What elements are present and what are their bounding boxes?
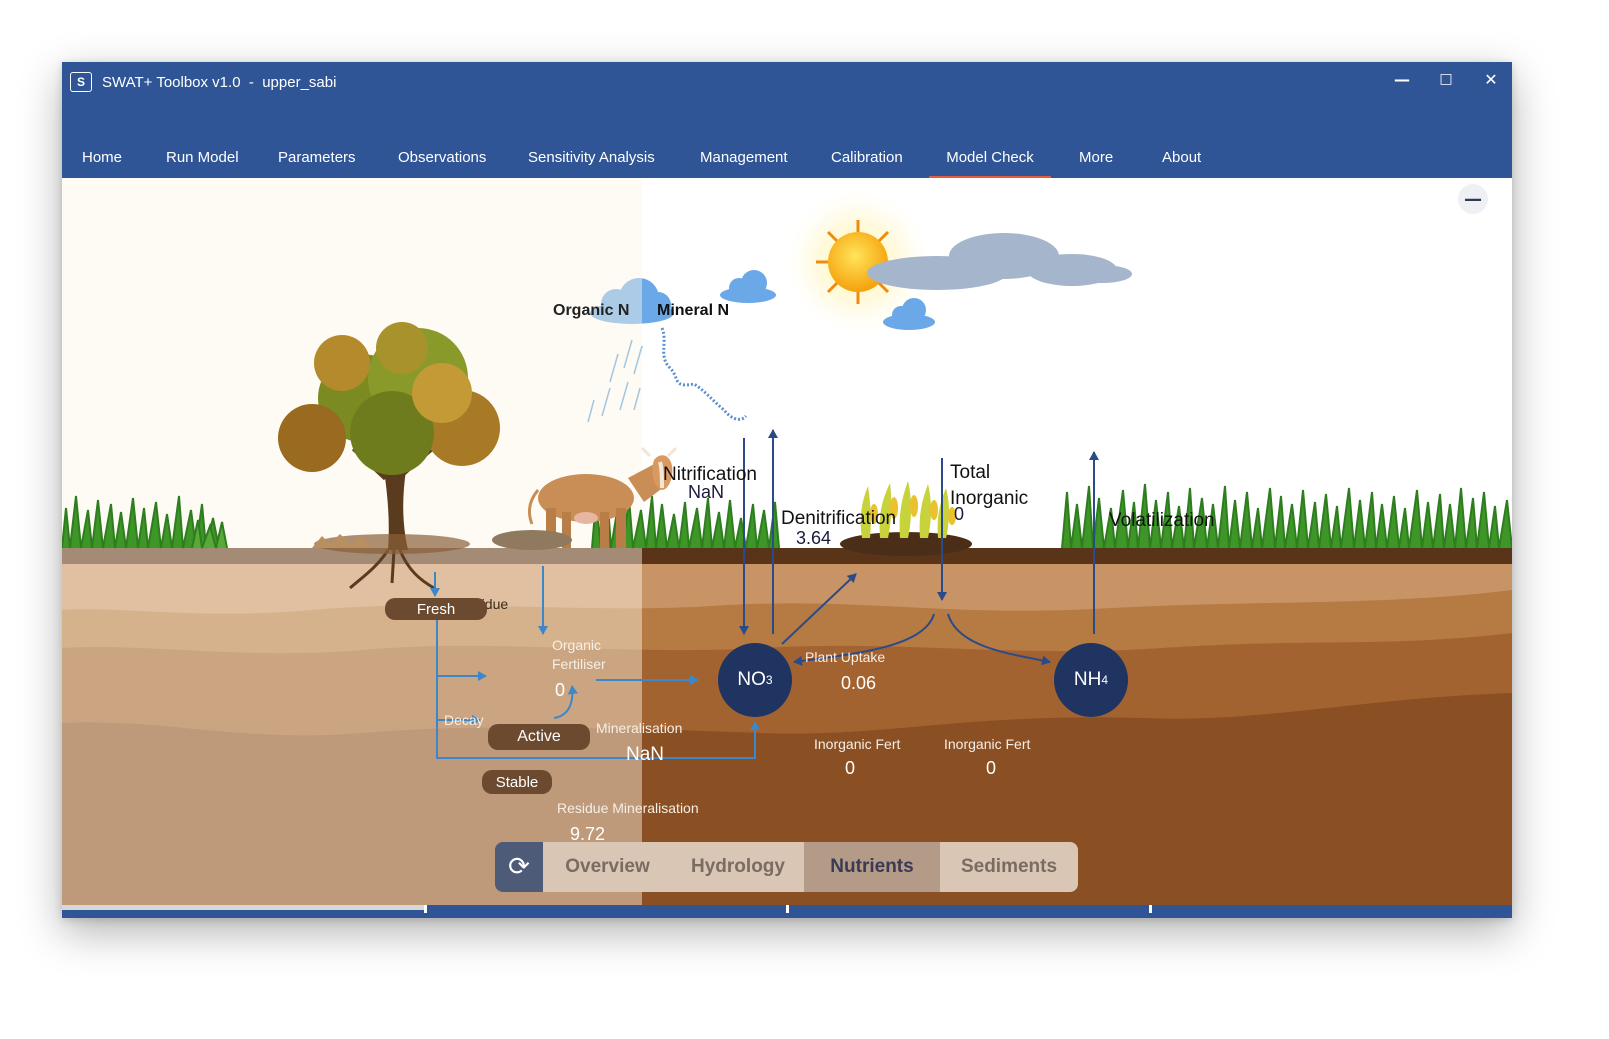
inorganic-fert-label-nh4: Inorganic Fert	[944, 736, 1031, 752]
refresh-icon[interactable]: ⟳	[495, 842, 543, 892]
organic-fertiliser-label: Organic Fertiliser	[552, 637, 606, 672]
status-strip	[62, 905, 1512, 918]
tab-sensitivity-analysis[interactable]: Sensitivity Analysis	[528, 146, 655, 176]
tab-overview[interactable]: Overview	[543, 842, 672, 892]
tab-about[interactable]: About	[1162, 146, 1201, 176]
mineral-n-heading: Mineral N	[657, 302, 730, 319]
no3-subscript: 3	[765, 673, 773, 687]
denitrification-label: Denitrification	[781, 508, 897, 529]
tab-sediments[interactable]: Sediments	[940, 842, 1078, 892]
tab-more[interactable]: More	[1079, 146, 1113, 176]
app-window: S SWAT+ Toolbox v1.0 - upper_sabi — □ ✕ …	[62, 62, 1512, 918]
total-inorganic-value: 0	[954, 504, 965, 524]
inorganic-fert-label-no3: Inorganic Fert	[814, 736, 901, 752]
tab-run-model[interactable]: Run Model	[166, 146, 239, 176]
stable-pool: Stable	[482, 770, 552, 794]
organic-fertiliser-value: 0	[555, 680, 566, 700]
scene-illustration	[62, 178, 1512, 905]
residue-mineralisation-label: Residue Mineralisation	[557, 800, 699, 816]
inorganic-fert-value-no3: 0	[845, 758, 856, 778]
window-title: SWAT+ Toolbox v1.0 - upper_sabi	[102, 74, 337, 91]
fresh-pool: Fresh	[385, 598, 487, 620]
strip-divider	[1149, 905, 1152, 913]
view-switcher: ⟳ Overview Hydrology Nutrients Sediments	[495, 842, 1078, 892]
tab-nutrients[interactable]: Nutrients	[804, 842, 940, 892]
strip-divider	[424, 905, 427, 913]
volatilization-label: Volatilization	[1109, 510, 1215, 531]
nitrification-value: NaN	[688, 482, 725, 502]
status-progress	[62, 905, 424, 910]
tab-parameters[interactable]: Parameters	[278, 146, 356, 176]
close-icon[interactable]: ✕	[1475, 66, 1507, 92]
strip-divider	[786, 905, 789, 913]
decay-label: Decay	[444, 712, 484, 728]
tab-observations[interactable]: Observations	[398, 146, 486, 176]
tab-calibration[interactable]: Calibration	[831, 146, 903, 176]
tab-model-check[interactable]: Model Check	[929, 146, 1051, 178]
inorganic-fert-value-nh4: 0	[986, 758, 997, 778]
app-logo: S	[70, 72, 92, 92]
active-pool: Active	[488, 724, 590, 750]
nitrogen-cycle-diagram: — Organic N Mineral N Nitrification NaN …	[62, 178, 1512, 905]
minus-icon[interactable]: —	[1458, 184, 1488, 214]
tab-hydrology[interactable]: Hydrology	[672, 842, 804, 892]
nh4-base: NH	[1073, 669, 1102, 690]
denitrification-value: 3.64	[796, 528, 832, 548]
organic-n-heading: Organic N	[553, 302, 630, 319]
tab-management[interactable]: Management	[700, 146, 788, 176]
maximize-icon[interactable]: □	[1430, 66, 1462, 92]
plant-uptake-label: Plant Uptake	[805, 649, 886, 665]
mineralisation-label: Mineralisation	[596, 720, 683, 736]
minimize-icon[interactable]: —	[1386, 66, 1418, 92]
no3-node: NO 3	[718, 643, 792, 717]
main-tab-bar: Home Run Model Parameters Observations S…	[62, 146, 1512, 178]
no3-base: NO	[737, 669, 766, 690]
tab-home[interactable]: Home	[82, 146, 122, 176]
nh4-node: NH 4	[1054, 643, 1128, 717]
title-bar: S SWAT+ Toolbox v1.0 - upper_sabi — □ ✕ …	[62, 62, 1512, 178]
nh4-subscript: 4	[1101, 673, 1109, 687]
mineralisation-value: NaN	[626, 744, 665, 765]
plant-uptake-value: 0.06	[841, 673, 877, 693]
